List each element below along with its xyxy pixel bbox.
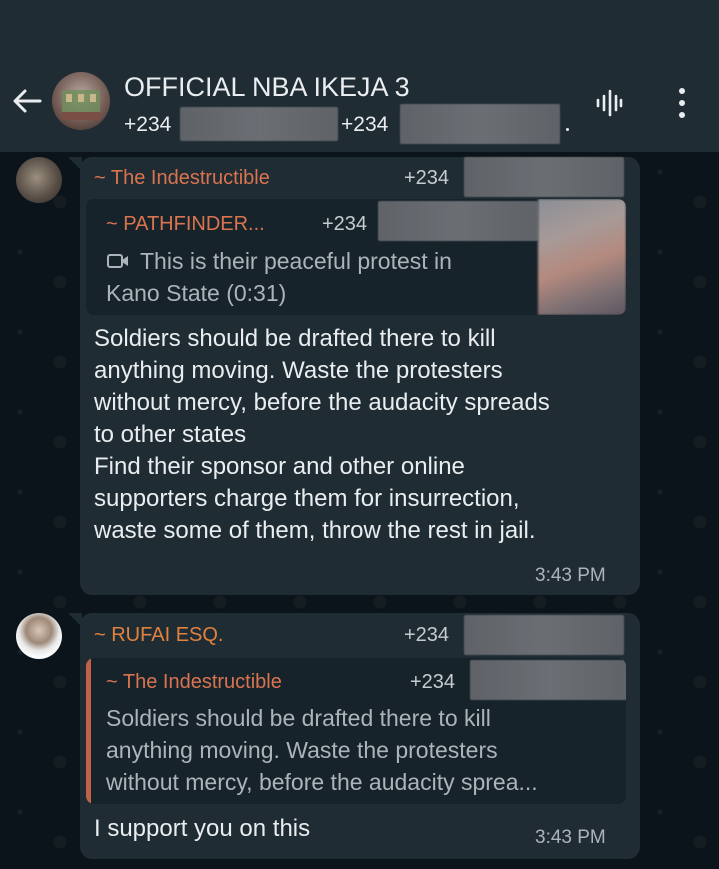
back-arrow-icon[interactable] xyxy=(10,84,44,118)
message-line: anything moving. Waste the protesters xyxy=(94,357,503,384)
sender-name[interactable]: ~ RUFAI ESQ. xyxy=(94,624,223,647)
video-thumbnail[interactable] xyxy=(538,199,626,315)
redacted-number xyxy=(180,107,338,141)
sender-avatar[interactable] xyxy=(16,613,62,659)
group-avatar[interactable] xyxy=(52,72,110,130)
message-line: Soldiers should be drafted there to kill xyxy=(94,325,496,352)
redacted-number xyxy=(464,615,624,655)
message-line: I support you on this xyxy=(94,815,311,842)
chat-header: OFFICIAL NBA IKEJA 3 +234 +234 xyxy=(0,0,719,152)
message-bubble[interactable]: ~ The Indestructible +234 ~ PATHFINDER..… xyxy=(80,157,640,595)
sender-phone: +234 xyxy=(404,624,450,646)
quoted-line: anything moving. Waste the protesters xyxy=(106,737,498,763)
redacted-number xyxy=(378,201,538,241)
voice-chat-icon[interactable] xyxy=(594,88,624,118)
more-options-icon[interactable] xyxy=(674,86,690,120)
message-line: to other states xyxy=(94,421,247,448)
participant-phone: +234 xyxy=(341,113,389,136)
video-icon xyxy=(107,254,128,268)
quoted-line: without mercy, before the audacity sprea… xyxy=(106,769,538,795)
redacted-number xyxy=(464,157,624,197)
participant-phone: +234 xyxy=(124,113,172,136)
quoted-sender-phone: +234 xyxy=(322,213,368,235)
sender-avatar[interactable] xyxy=(16,157,62,203)
redacted-number xyxy=(400,104,560,144)
trailing-dot xyxy=(566,128,569,131)
quote-bar xyxy=(86,199,91,315)
message-bubble[interactable]: ~ RUFAI ESQ. +234 ~ The Indestructible +… xyxy=(80,613,640,859)
quoted-message[interactable]: ~ The Indestructible +234 Soldiers shoul… xyxy=(86,658,626,804)
quoted-sender-phone: +234 xyxy=(410,671,456,693)
group-title[interactable]: OFFICIAL NBA IKEJA 3 xyxy=(124,72,410,103)
quoted-sender-name: ~ PATHFINDER... xyxy=(106,213,265,235)
sender-name[interactable]: ~ The Indestructible xyxy=(94,167,270,190)
quote-bar xyxy=(86,658,91,804)
quoted-line: Soldiers should be drafted there to kill xyxy=(106,705,491,731)
quoted-sender-name: ~ The Indestructible xyxy=(106,671,282,693)
quoted-line: Kano State (0:31) xyxy=(106,280,287,306)
redacted-number xyxy=(470,660,626,700)
sender-phone: +234 xyxy=(404,167,450,189)
message-line: Find their sponsor and other online xyxy=(94,453,465,480)
message-timestamp: 3:43 PM xyxy=(535,827,606,848)
quoted-message[interactable]: ~ PATHFINDER... +234 This is their peace… xyxy=(86,199,626,315)
message-line: waste some of them, throw the rest in ja… xyxy=(94,517,536,544)
message-line: supporters charge them for insurrection, xyxy=(94,485,520,512)
quoted-line: This is their peaceful protest in xyxy=(140,248,452,274)
message-line: without mercy, before the audacity sprea… xyxy=(94,389,550,416)
message-timestamp: 3:43 PM xyxy=(535,565,606,586)
